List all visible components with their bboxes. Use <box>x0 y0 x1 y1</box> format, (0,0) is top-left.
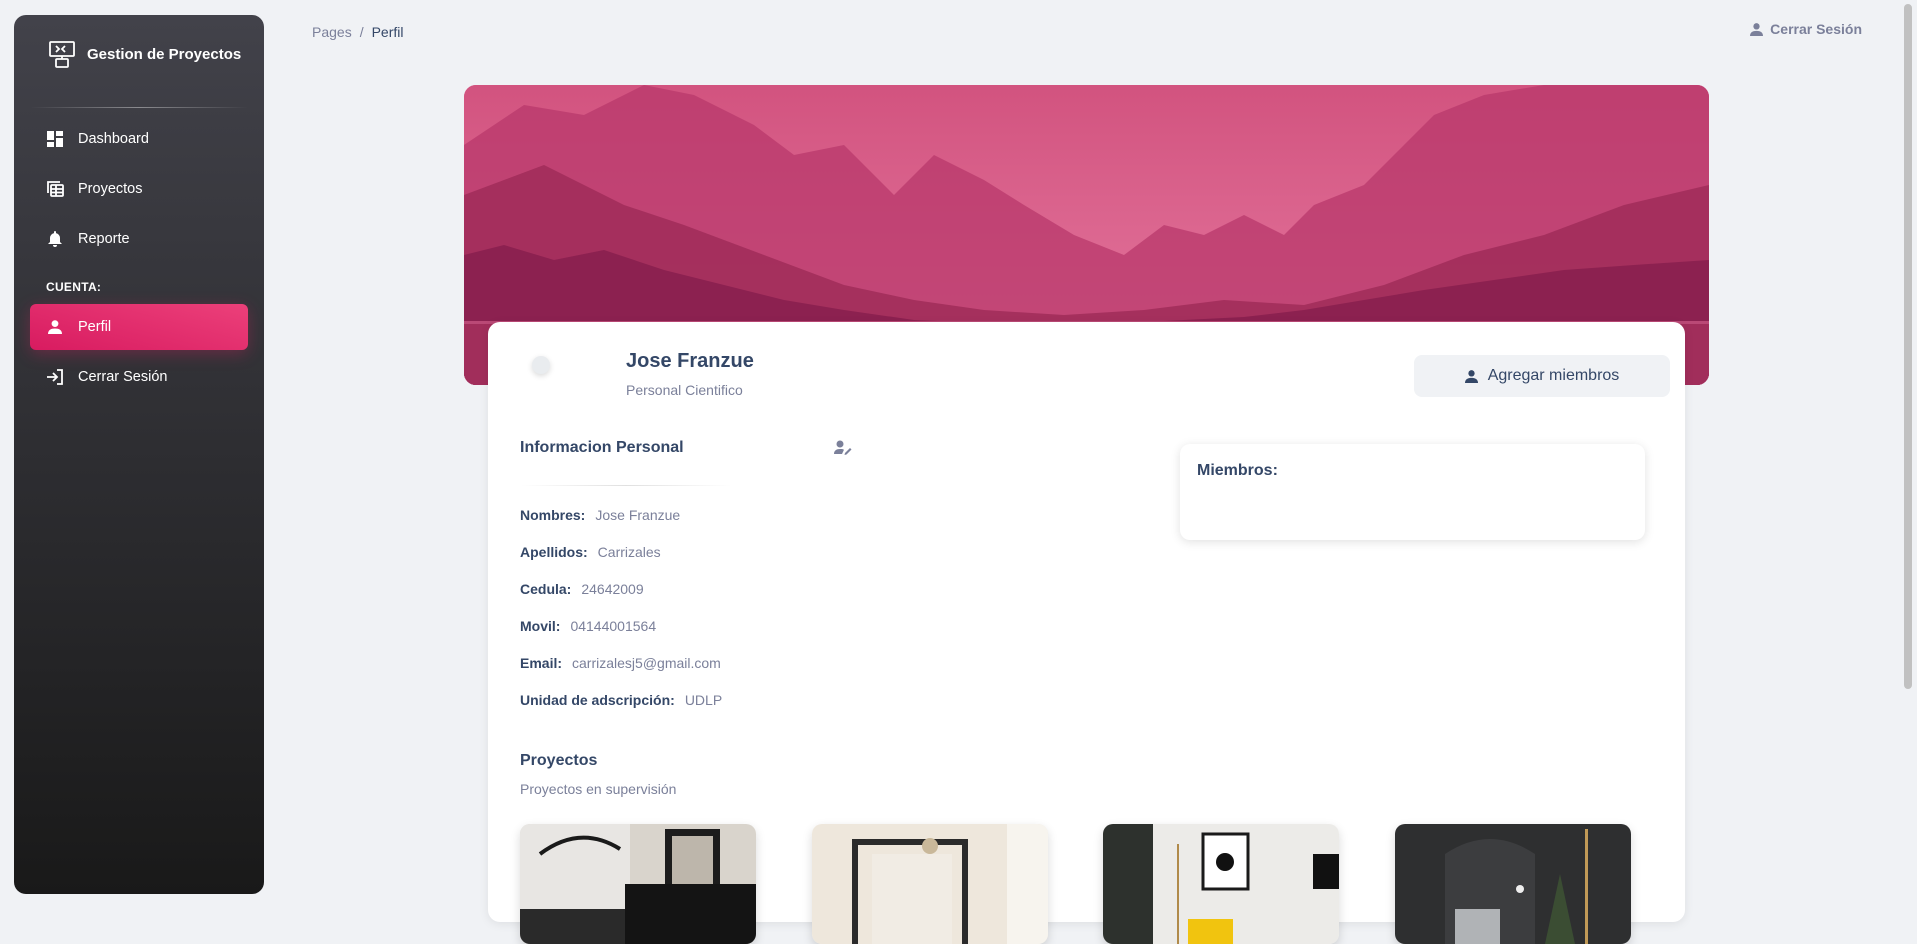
breadcrumb-current: Perfil <box>371 24 404 40</box>
personal-info-list: Nombres: Jose Franzue Apellidos: Carrizale… <box>520 496 722 718</box>
brand[interactable]: Gestion de Proyectos <box>14 15 264 93</box>
top-logout-label: Cerrar Sesión <box>1770 21 1862 37</box>
living-room-photo <box>1103 824 1339 944</box>
sidebar-item-label: Cerrar Sesión <box>78 369 168 385</box>
scrollbar[interactable] <box>1900 0 1917 909</box>
sidebar-item-reporte[interactable]: Reporte <box>30 216 248 262</box>
projects-subtitle: Proyectos en supervisión <box>520 781 677 797</box>
bell-icon <box>46 230 64 248</box>
breadcrumb-separator: / <box>359 24 364 40</box>
edit-user-icon[interactable] <box>834 440 852 456</box>
sidebar-item-proyectos[interactable]: Proyectos <box>30 166 248 212</box>
profile-role: Personal Cientifico <box>626 382 743 398</box>
breadcrumb: Pages / Perfil <box>312 24 404 40</box>
dark-room-photo <box>1395 824 1631 944</box>
sidebar-item-label: Reporte <box>78 231 130 247</box>
info-row-cedula: Cedula: 24642009 <box>520 570 722 607</box>
info-key: Apellidos: <box>520 543 588 560</box>
project-thumbnail[interactable] <box>812 824 1048 944</box>
project-thumbnail[interactable] <box>1395 824 1631 944</box>
sidebar: Gestion de Proyectos Dashboard Proyectos… <box>14 15 264 894</box>
info-key: Movil: <box>520 617 561 634</box>
project-thumbnail[interactable] <box>1103 824 1339 944</box>
sidebar-item-label: Perfil <box>78 319 112 335</box>
bedroom-photo <box>812 824 1048 944</box>
projects-title: Proyectos <box>520 752 598 769</box>
brand-title: Gestion de Proyectos <box>87 45 242 63</box>
info-divider <box>520 485 732 486</box>
sidebar-item-perfil[interactable]: Perfil <box>30 304 248 350</box>
info-key: Cedula: <box>520 580 572 597</box>
sidebar-item-cerrar-sesion[interactable]: Cerrar Sesión <box>30 354 248 400</box>
info-key: Unidad de adscripción: <box>520 691 675 708</box>
sidebar-nav: Dashboard Proyectos Reporte CUENTA: Perf… <box>14 108 264 400</box>
sidebar-item-label: Dashboard <box>78 131 149 147</box>
profile-name: Jose Franzue <box>626 350 754 372</box>
scrollbar-thumb[interactable] <box>1904 4 1912 689</box>
info-value: Carrizales <box>597 543 661 560</box>
top-logout-link[interactable]: Cerrar Sesión <box>1750 21 1862 37</box>
person-icon <box>1464 369 1478 383</box>
person-icon <box>1750 22 1764 36</box>
table-icon <box>46 180 64 198</box>
dashboard-icon <box>46 130 64 148</box>
info-key: Nombres: <box>520 506 586 523</box>
info-row-apellidos: Apellidos: Carrizales <box>520 533 722 570</box>
members-title: Miembros: <box>1197 462 1278 479</box>
avatar[interactable] <box>532 356 550 374</box>
login-icon <box>46 368 64 386</box>
info-row-unidad: Unidad de adscripción: UDLP <box>520 681 722 718</box>
info-key: Email: <box>520 654 563 671</box>
info-value: UDLP <box>684 691 723 708</box>
members-panel: Miembros: <box>1180 444 1645 540</box>
info-row-movil: Movil: 04144001564 <box>520 607 722 644</box>
add-members-label: Agregar miembros <box>1487 367 1620 384</box>
person-icon <box>46 318 64 336</box>
project-thumbnail[interactable] <box>520 824 756 944</box>
info-value: Jose Franzue <box>595 506 681 523</box>
info-value: 04144001564 <box>570 617 657 634</box>
info-value: 24642009 <box>581 580 644 597</box>
sidebar-item-label: Proyectos <box>78 181 143 197</box>
sidebar-section-cuenta: CUENTA: <box>46 280 102 294</box>
personal-info-title: Informacion Personal <box>520 439 684 456</box>
profile-card: Jose Franzue Personal Cientifico Agregar… <box>488 322 1685 944</box>
info-value: carrizalesj5@gmail.com <box>572 654 721 671</box>
add-members-button[interactable]: Agregar miembros <box>1414 355 1670 397</box>
info-row-nombres: Nombres: Jose Franzue <box>520 496 722 533</box>
breadcrumb-root[interactable]: Pages <box>312 24 352 40</box>
info-row-email: Email: carrizalesj5@gmail.com <box>520 644 722 681</box>
flowchart-icon <box>49 41 75 68</box>
interior-photo <box>520 824 756 944</box>
sidebar-item-dashboard[interactable]: Dashboard <box>30 116 248 162</box>
